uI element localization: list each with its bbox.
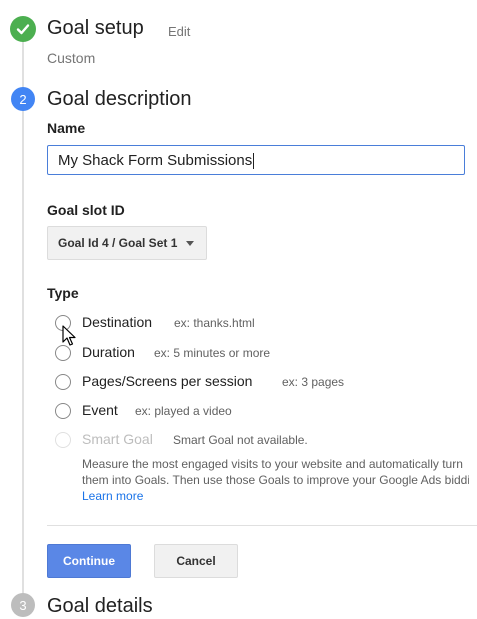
- mouse-pointer-icon: [62, 325, 76, 352]
- help-text-clip: [469, 456, 477, 488]
- check-icon: [10, 16, 36, 42]
- goal-name-input[interactable]: My Shack Form Submissions: [47, 145, 465, 175]
- step-number-2: 2: [11, 87, 35, 111]
- goal-setup-value: Custom: [47, 50, 96, 66]
- option-duration-label[interactable]: Duration: [82, 344, 135, 360]
- goal-slot-value: Goal Id 4 / Goal Set 1: [58, 236, 178, 250]
- option-duration-example: ex: 5 minutes or more: [154, 346, 271, 360]
- continue-button[interactable]: Continue: [47, 544, 131, 578]
- goal-name-value: My Shack Form Submissions: [58, 152, 253, 169]
- edit-link[interactable]: Edit: [168, 24, 190, 39]
- option-smart-goal-label: Smart Goal: [82, 431, 153, 447]
- option-event-example: ex: played a video: [135, 404, 232, 418]
- chevron-down-icon: [186, 241, 194, 246]
- step-title-goal-details: Goal details: [47, 595, 153, 617]
- option-pages-example: ex: 3 pages: [282, 375, 345, 389]
- stepper-line: [22, 40, 24, 600]
- step-title-goal-description: Goal description: [47, 88, 192, 110]
- option-pages-label[interactable]: Pages/Screens per session: [82, 373, 252, 389]
- option-destination-label[interactable]: Destination: [82, 314, 152, 330]
- learn-more-link[interactable]: Learn more: [82, 489, 143, 503]
- radio-smart-goal: [55, 432, 71, 448]
- radio-event[interactable]: [55, 403, 71, 419]
- option-destination-example: ex: thanks.html: [174, 316, 255, 330]
- goal-slot-select[interactable]: Goal Id 4 / Goal Set 1: [47, 226, 207, 260]
- step-title-goal-setup: Goal setup: [47, 17, 144, 39]
- divider: [47, 525, 477, 526]
- goal-slot-label: Goal slot ID: [47, 202, 125, 218]
- smart-goal-help: Measure the most engaged visits to your …: [82, 456, 477, 504]
- cancel-button[interactable]: Cancel: [154, 544, 238, 578]
- text-cursor: [253, 153, 255, 170]
- name-label: Name: [47, 120, 86, 136]
- type-label: Type: [47, 285, 79, 301]
- option-event-label[interactable]: Event: [82, 402, 118, 418]
- smart-goal-help-text: Measure the most engaged visits to your …: [82, 457, 477, 487]
- step-number-3: 3: [11, 593, 35, 617]
- radio-pages-screens[interactable]: [55, 374, 71, 390]
- smart-goal-unavailable: Smart Goal not available.: [173, 433, 308, 447]
